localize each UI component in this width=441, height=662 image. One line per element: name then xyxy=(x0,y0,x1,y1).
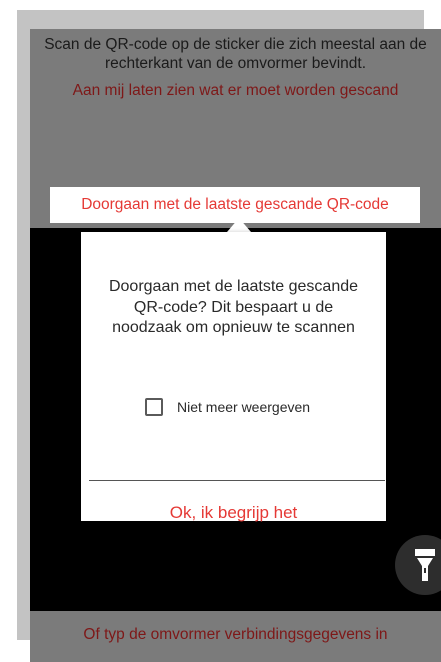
dont-show-again-checkbox[interactable] xyxy=(145,398,163,416)
tooltip-dialog: Doorgaan met de laatste gescande QR-code… xyxy=(81,232,386,522)
show-what-to-scan-link[interactable]: Aan mij laten zien wat er moet worden ge… xyxy=(44,81,427,100)
dialog-message: Doorgaan met de laatste gescande QR-code… xyxy=(108,278,359,336)
dont-show-again-label: Niet meer weergeven xyxy=(177,399,311,415)
flashlight-button[interactable] xyxy=(395,535,441,595)
instruction-panel: Scan de QR-code op de sticker die zich m… xyxy=(30,29,441,171)
flashlight-icon xyxy=(415,549,435,581)
scan-instruction-text: Scan de QR-code op de sticker die zich m… xyxy=(44,36,427,72)
qr-scan-screen: Scan de QR-code op de sticker die zich m… xyxy=(30,29,441,662)
dont-show-again-row[interactable]: Niet meer weergeven xyxy=(145,398,310,416)
tooltip-arrow xyxy=(227,218,251,232)
ok-button[interactable]: Ok, ik begrijp het xyxy=(81,495,386,531)
dialog-divider xyxy=(89,480,385,481)
manual-entry-link[interactable]: Of typ de omvormer verbindingsgegevens i… xyxy=(30,626,441,644)
footer-bar: Of typ de omvormer verbindingsgegevens i… xyxy=(30,611,441,662)
